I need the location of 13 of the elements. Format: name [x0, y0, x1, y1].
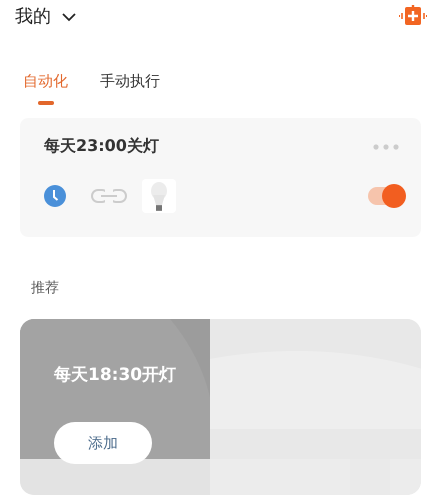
add-icon[interactable] — [399, 5, 427, 27]
recommendation-title: 每天18:30开灯 — [54, 364, 176, 386]
clock-icon — [44, 185, 66, 207]
section-title: 推荐 — [31, 279, 60, 298]
automation-card[interactable]: 每天23:00关灯 — [20, 118, 421, 237]
bulb-drawing — [150, 181, 168, 211]
chevron-down-icon[interactable] — [61, 10, 77, 22]
tab[interactable]: 手动执行 — [99, 70, 161, 105]
toggle-switch[interactable] — [368, 187, 404, 205]
link-icon — [91, 188, 127, 204]
home-title[interactable]: 我的 — [15, 4, 51, 28]
automation-title: 每天23:00关灯 — [44, 136, 159, 157]
add-button[interactable]: 添加 — [54, 422, 152, 464]
